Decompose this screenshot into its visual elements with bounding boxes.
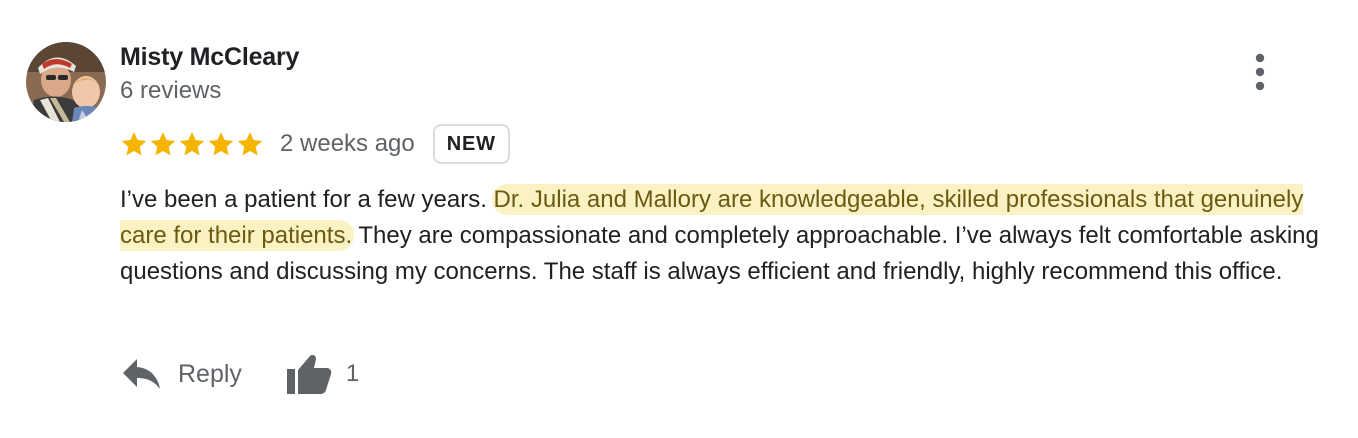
reply-label: Reply	[178, 359, 242, 388]
more-options-button[interactable]	[1240, 50, 1280, 94]
like-button[interactable]: 1	[286, 353, 359, 395]
review-card: Misty McCleary 6 reviews 2 weeks ago NEW…	[0, 0, 1358, 438]
like-count: 1	[345, 360, 360, 387]
star-icon	[208, 132, 234, 156]
review-text-start: I’ve been a patient for a few years.	[120, 186, 494, 213]
avatar[interactable]	[26, 42, 106, 122]
review-text: I’ve been a patient for a few years. Dr.…	[120, 182, 1320, 290]
new-badge: NEW	[432, 124, 510, 164]
more-vert-icon	[1255, 53, 1265, 91]
star-icon	[150, 132, 176, 156]
author-review-count[interactable]: 6 reviews	[120, 76, 221, 106]
avatar-photo	[26, 42, 106, 122]
thumb-up-icon	[286, 355, 332, 394]
review-time: 2 weeks ago	[280, 130, 415, 157]
star-icon	[121, 132, 147, 156]
star-icon	[237, 132, 263, 156]
reply-button[interactable]: Reply	[122, 357, 242, 391]
review-actions: Reply 1	[122, 346, 359, 402]
star-icon	[179, 132, 205, 156]
star-rating	[120, 130, 264, 158]
author-name[interactable]: Misty McCleary	[120, 42, 299, 72]
rating-row: 2 weeks ago NEW	[120, 122, 510, 166]
reply-arrow-icon	[123, 359, 160, 389]
